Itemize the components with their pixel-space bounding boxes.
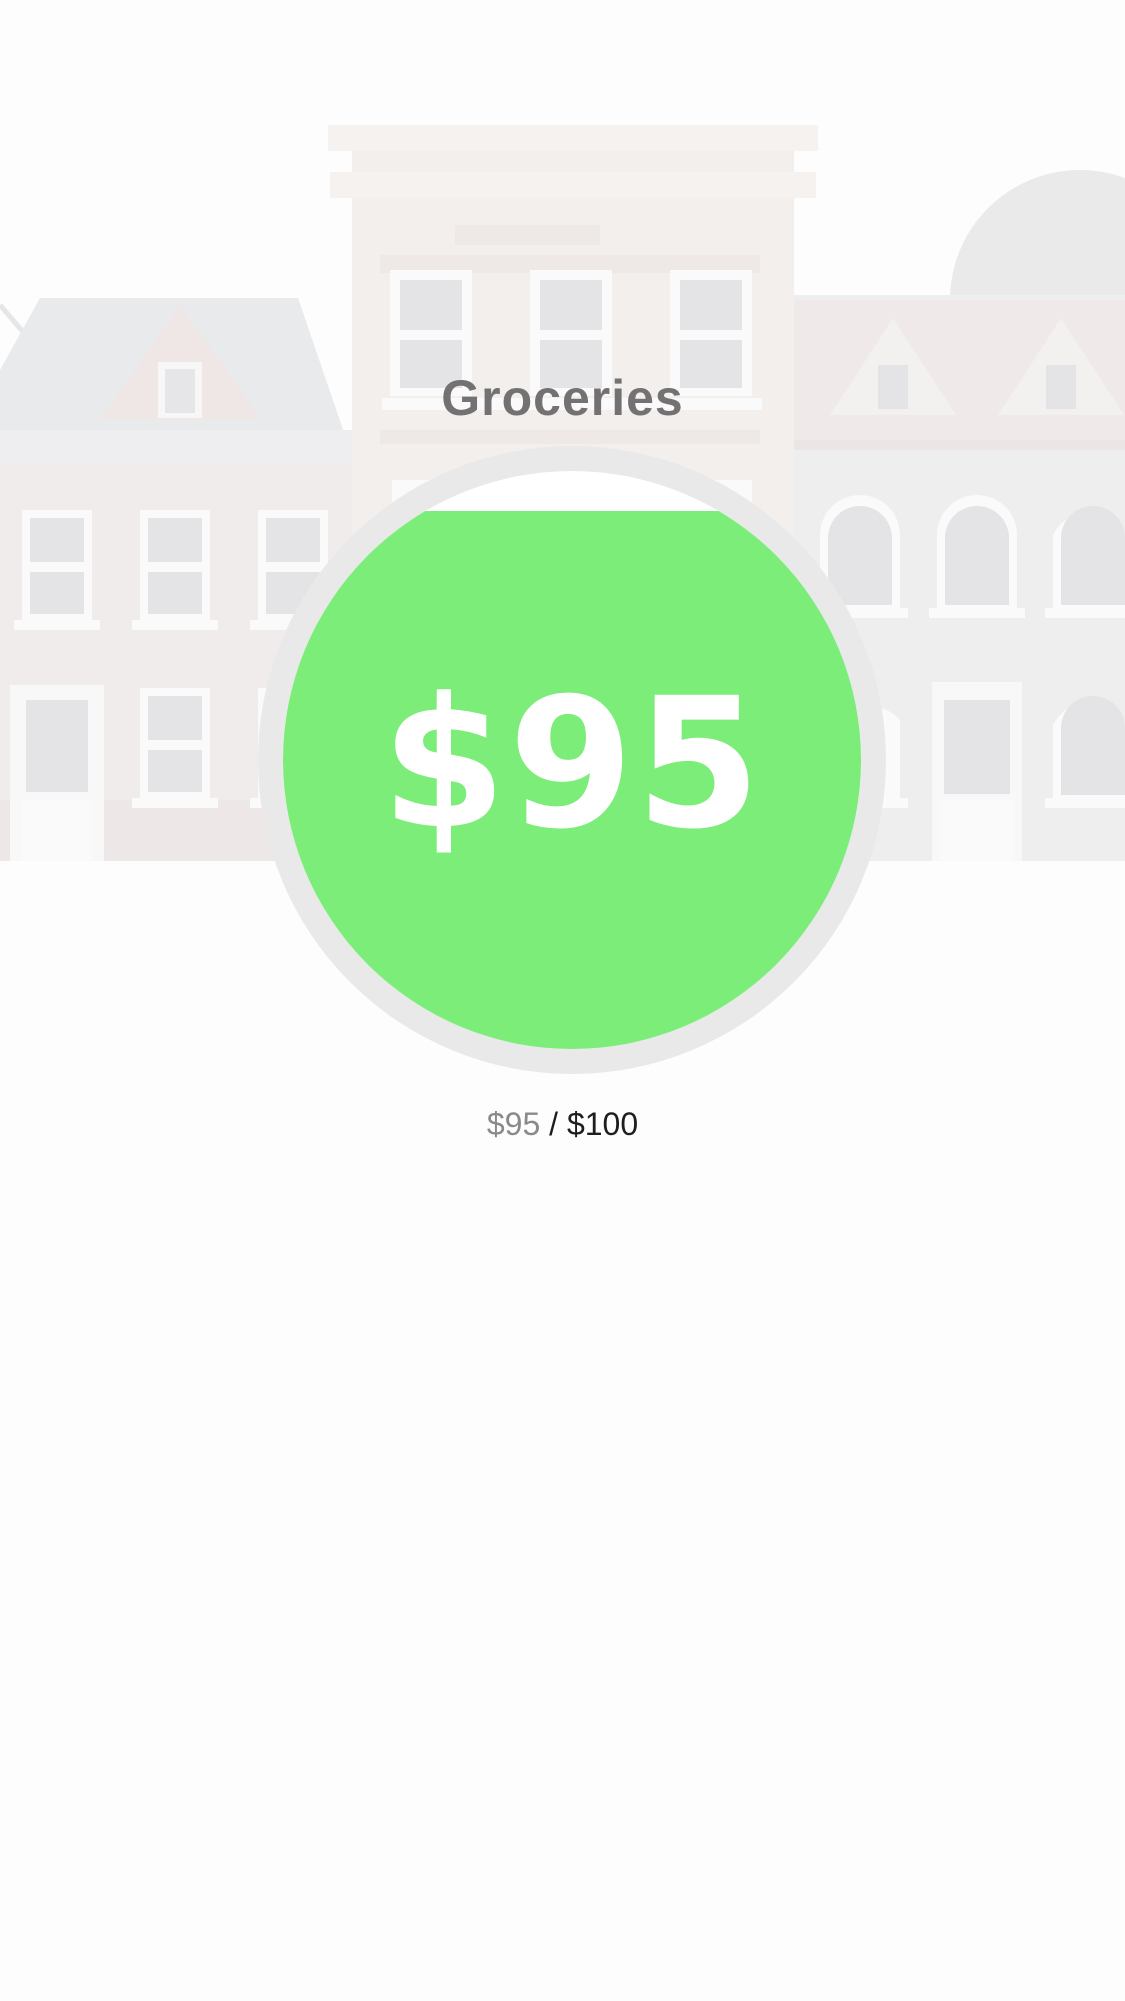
gauge-amount: $95 [381, 659, 763, 869]
summary-separator: / [540, 1106, 567, 1142]
budget-summary: $95 / $100 [0, 1104, 1125, 1144]
budget-amount: $100 [566, 1106, 639, 1142]
gauge-inner: $95 [283, 471, 861, 1049]
budget-gauge[interactable]: $95 [258, 446, 886, 1074]
category-title: Groceries [441, 370, 684, 426]
spent-amount: $95 [486, 1106, 541, 1142]
